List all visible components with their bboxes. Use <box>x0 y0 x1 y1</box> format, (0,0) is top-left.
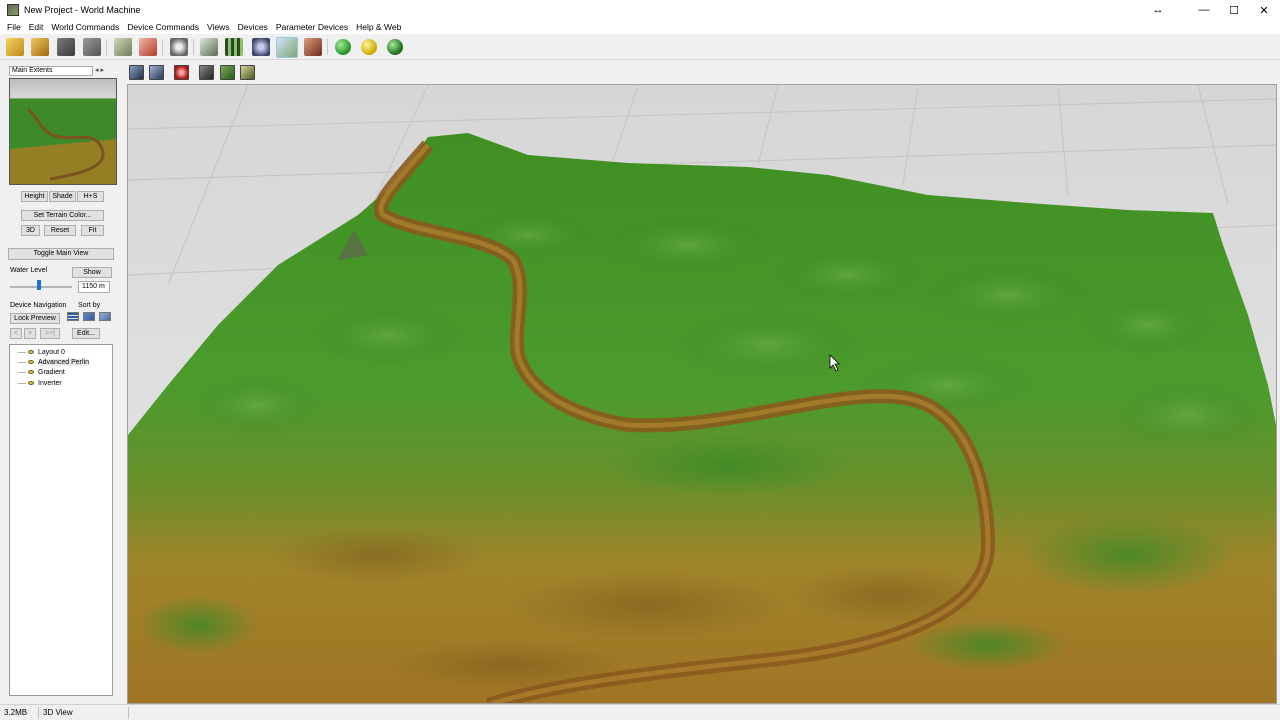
sort-type-icon[interactable] <box>83 312 95 321</box>
height-shade-view-button[interactable]: H+S <box>77 191 104 202</box>
status-bar: 3.2MB 3D View <box>0 704 1280 720</box>
tools-icon[interactable] <box>139 38 157 56</box>
terrain-3d-view-icon[interactable] <box>276 37 298 58</box>
maximize-button[interactable]: ☐ <box>1218 0 1250 20</box>
close-button[interactable]: ✕ <box>1248 0 1280 20</box>
set-terrain-color-button[interactable]: Set Terrain Color... <box>21 210 104 221</box>
terrain-edit-icon[interactable] <box>114 38 132 56</box>
view-toolbar <box>126 62 1280 82</box>
device-node-icon <box>28 360 34 364</box>
nav-last-button[interactable]: >>| <box>40 328 60 339</box>
film-reel-icon[interactable] <box>170 38 188 56</box>
save-icon[interactable] <box>57 38 75 56</box>
film-strip-icon[interactable] <box>225 38 243 56</box>
extents-arrows[interactable]: ◂ ▸ <box>95 66 104 74</box>
minimize-button[interactable]: — <box>1188 0 1220 20</box>
texture-view-icon[interactable] <box>304 38 322 56</box>
list-item[interactable]: Layout 0 <box>18 347 65 357</box>
nav-next-button[interactable]: > <box>24 328 36 339</box>
list-item[interactable]: Advanced Perlin <box>18 357 89 367</box>
water-level-input[interactable]: 1150 m <box>78 281 110 293</box>
3d-terrain-viewport[interactable] <box>127 84 1277 704</box>
device-tree-list[interactable]: Layout 0 Advanced Perlin Gradient Invert… <box>9 344 113 696</box>
draw-path-icon[interactable] <box>220 65 235 80</box>
device-navigation-label: Device Navigation <box>10 302 67 309</box>
menu-devices[interactable]: Devices <box>238 22 268 32</box>
device-node-icon <box>28 381 34 385</box>
edit-button[interactable]: Edit... <box>72 328 100 339</box>
list-item[interactable]: Gradient <box>18 367 65 377</box>
3d-button[interactable]: 3D <box>21 225 40 236</box>
main-toolbar <box>0 34 1280 60</box>
menu-bar: File Edit World Commands Device Commands… <box>0 20 1280 34</box>
view-mode-status: 3D View <box>43 708 73 717</box>
menu-parameter-devices[interactable]: Parameter Devices <box>276 22 348 32</box>
sort-list-icon[interactable] <box>67 312 79 321</box>
menu-file[interactable]: File <box>7 22 21 32</box>
new-project-icon[interactable] <box>6 38 24 56</box>
app-icon <box>7 4 19 16</box>
nav-prev-button[interactable]: < <box>10 328 22 339</box>
resize-arrows-icon[interactable]: ↔ <box>1142 0 1174 20</box>
water-level-slider-thumb[interactable] <box>37 280 41 290</box>
memory-usage: 3.2MB <box>4 708 28 717</box>
open-icon[interactable] <box>31 38 49 56</box>
sphere-view-icon[interactable] <box>252 38 270 56</box>
water-level-slider[interactable] <box>10 286 72 288</box>
height-view-button[interactable]: Height <box>21 191 48 202</box>
camera-icon[interactable] <box>199 65 214 80</box>
toggle-main-view-button[interactable]: Toggle Main View <box>8 248 114 260</box>
left-panel: Main Extents ◂ ▸ Height Shade H+S Set Te… <box>0 62 124 704</box>
list-item[interactable]: Inverter <box>18 378 62 388</box>
help-query-icon[interactable] <box>240 65 255 80</box>
perspective-view-icon[interactable] <box>149 65 164 80</box>
ortho-view-icon[interactable] <box>129 65 144 80</box>
build-globe-icon[interactable] <box>387 39 403 55</box>
menu-world-commands[interactable]: World Commands <box>51 22 119 32</box>
sort-by-label: Sort by <box>78 302 101 309</box>
build-green-orb-icon[interactable] <box>335 39 351 55</box>
terrain-preview-thumbnail[interactable] <box>9 78 117 185</box>
water-show-button[interactable]: Show <box>72 267 112 278</box>
water-level-label: Water Level <box>10 267 48 274</box>
device-node-icon <box>28 350 34 354</box>
menu-edit[interactable]: Edit <box>29 22 44 32</box>
window-title: New Project - World Machine <box>24 5 141 15</box>
shade-view-button[interactable]: Shade <box>49 191 76 202</box>
build-yellow-orb-icon[interactable] <box>361 39 377 55</box>
title-bar: New Project - World Machine ↔ — ☐ ✕ <box>0 0 1280 20</box>
device-node-icon <box>28 370 34 374</box>
menu-device-commands[interactable]: Device Commands <box>127 22 199 32</box>
menu-help-web[interactable]: Help & Web <box>356 22 401 32</box>
layout-view-icon[interactable] <box>200 38 218 56</box>
fit-button[interactable]: Fit <box>81 225 104 236</box>
menu-views[interactable]: Views <box>207 22 230 32</box>
render-icon[interactable] <box>174 65 189 80</box>
extents-select[interactable]: Main Extents <box>9 66 93 76</box>
sort-graph-icon[interactable] <box>99 312 111 321</box>
terrain-render <box>128 85 1276 703</box>
settings-wand-icon[interactable] <box>83 38 101 56</box>
reset-button[interactable]: Reset <box>44 225 76 236</box>
lock-preview-button[interactable]: Lock Preview <box>10 313 60 324</box>
